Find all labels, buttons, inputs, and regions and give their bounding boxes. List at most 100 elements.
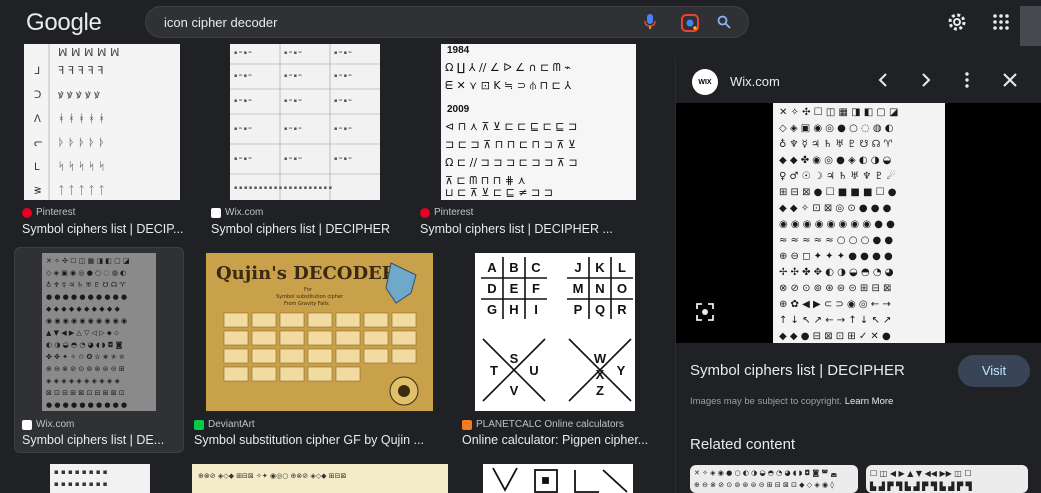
learn-more-link[interactable]: Learn More [845, 396, 894, 407]
result-thumbnail-7[interactable]: ▪ ▪ ▪ ▪ ▪ ▪ ▪ ▪ ▪ ▪ ▪ ▪ ▪ ▪ ▪ ▪ [50, 464, 150, 493]
visit-button[interactable]: Visit [958, 355, 1030, 387]
pigpen-symbols-image [492, 467, 628, 493]
svg-text:▪ ▪ ▪ ▪ ▪ ▪ ▪ ▪: ▪ ▪ ▪ ▪ ▪ ▪ ▪ ▪ [54, 480, 108, 488]
result-thumbnail-8[interactable]: ⊕⊗⊘ ◈◇◆ ⊞⊟⊠ ✧✦ ◉◎○ ⊕⊗⊘ ◈◇◆ ⊞⊟⊠ [192, 464, 448, 493]
svg-text:ᐱ: ᐱ [34, 114, 41, 125]
pigpen-letter: Y [617, 363, 626, 378]
pigpen-letter: O [617, 281, 627, 296]
result-1-title[interactable]: Symbol ciphers list | DECIP... [22, 222, 187, 236]
apps-grid-icon[interactable] [992, 13, 1010, 31]
symbol-grid-image: ✕ ✧ ✣ ☐ ◫ ▦ ◨ ◧ ▢ ◪ ◇ ◈ ▣ ◉ ◎ ● ○ ◌ ◍ ◐ … [46, 257, 130, 409]
svg-text:ᚼ ᚼ ᚼ ᚼ ᚼ: ᚼ ᚼ ᚼ ᚼ ᚼ [58, 112, 105, 125]
close-icon[interactable] [1001, 71, 1019, 89]
pigpen-letter: K [595, 260, 605, 275]
result-4-title[interactable]: Symbol ciphers list | DE... [22, 433, 174, 447]
svg-text:↑ ↓ ↖ ↗ ← → ↑ ↓ ↖ ↗: ↑ ↓ ↖ ↗ ← → ↑ ↓ ↖ ↗ [779, 315, 891, 326]
pinterest-icon [22, 207, 32, 218]
svg-text:▪ ═ ▪ ═: ▪ ═ ▪ ═ [234, 73, 253, 79]
year-1984: 1984 [447, 45, 470, 56]
svg-text:ᒪ: ᒪ [34, 162, 40, 173]
google-lens-icon[interactable] [680, 13, 700, 33]
result-source-label: Pinterest [434, 207, 474, 218]
result-thumbnail-6[interactable]: ABC DEF GH I JKL MNO PQR ST UV WXYZ [475, 253, 635, 411]
related-thumbnail-1[interactable]: ✕ ✧ ◈ ◉ ● ○ ◐ ◑ ◒ ◓ ◔ ◕ ◖ ◗ ◘ ◙ ◚ ◛ ⊕ ⊖ … [690, 465, 858, 493]
svg-text:▪ ═ ▪ ═: ▪ ═ ▪ ═ [334, 73, 353, 79]
result-thumbnail-1[interactable]: ᒧ ᑐ ᐱ ᓕ ᒪ ᕒ ꟽ ꟽ ꟽ ꟽ ꟽ ꟻ ꟻ ꟻ ꟻ ꟻ ꝟ ꝟ ꝟ ꝟ ꝟ ᚼ ᚼ… [24, 44, 180, 200]
result-2-source[interactable]: Wix.com [211, 207, 263, 218]
svg-text:ᛏ ᛏ ᛏ ᛏ ᛏ: ᛏ ᛏ ᛏ ᛏ ᛏ [58, 184, 105, 197]
result-1-source[interactable]: Pinterest [22, 207, 75, 218]
deviantart-icon [194, 419, 204, 430]
more-options-icon[interactable] [958, 71, 976, 89]
chevron-left-icon[interactable] [875, 71, 893, 89]
result-source-label: DeviantArt [208, 419, 255, 430]
svg-text:ᗴ ✕ ⋎ ⊡ K ≒ ⊃ ⫛ ⊓ ⊏ ⅄: ᗴ ✕ ⋎ ⊡ K ≒ ⊃ ⫛ ⊓ ⊏ ⅄ [445, 79, 571, 92]
svg-text:▪ ═ ▪ ═: ▪ ═ ▪ ═ [234, 156, 253, 162]
result-thumbnail-5[interactable]: Qujin's DECODER For Symbol substitution … [206, 253, 433, 411]
decoder-subtitle: For [304, 287, 313, 293]
svg-text:▪ ═ ▪ ═: ▪ ═ ▪ ═ [334, 156, 353, 162]
scrollbar-thumb[interactable] [1020, 6, 1041, 46]
symbol-list-image: ✕ ✧ ✣ ☐ ◫ ▦ ◨ ◧ ▢ ◪ ◇ ◈ ▣ ◉ ◎ ● ○ ◌ ◍ ◐ … [779, 107, 898, 342]
svg-text:♁ ♆ ☿ ♃ ♄ ♅ ♇ ☋ ☊ ♈: ♁ ♆ ☿ ♃ ♄ ♅ ♇ ☋ ☊ ♈ [779, 138, 893, 150]
result-6-source[interactable]: PLANETCALC Online calculators [462, 419, 624, 430]
result-3-title[interactable]: Symbol ciphers list | DECIPHER ... [420, 222, 625, 236]
result-thumbnail-3[interactable]: 1984 Ω ∐ ⅄ ∕∕ ∠ ᐅ ∠ ∩ ⊏ ᗰ ⌁ ᗴ ✕ ⋎ ⊡ K ≒ … [441, 44, 636, 200]
svg-text:✢ ✣ ✤ ✥ ◐ ◑ ◒ ◓ ◔ ◕: ✢ ✣ ✤ ✥ ◐ ◑ ◒ ◓ ◔ ◕ [779, 267, 894, 278]
pigpen-letter: D [487, 281, 496, 296]
svg-text:⊐ ⊏ ⊐ ⊼ ⊓ ⊓ ⊏ ⊓ ⊐ ⊼ ⊻: ⊐ ⊏ ⊐ ⊼ ⊓ ⊓ ⊏ ⊓ ⊐ ⊼ ⊻ [445, 138, 576, 151]
pigpen-letter: G [487, 302, 497, 317]
svg-text:▪ ═ ▪ ═: ▪ ═ ▪ ═ [234, 126, 253, 132]
decoder-subtitle: From Gravity Falls [284, 301, 329, 307]
year-2009: 2009 [447, 104, 470, 115]
lens-search-icon[interactable] [696, 303, 714, 321]
microphone-icon[interactable] [643, 14, 657, 30]
gear-icon[interactable] [946, 11, 968, 33]
svg-text:✕ ✧ ✣ ☐ ◫ ▦ ◨ ◧ ▢ ◪: ✕ ✧ ✣ ☐ ◫ ▦ ◨ ◧ ▢ ◪ [46, 257, 130, 265]
svg-text:☐ ◫ ◀ ▶ ▲ ▼ ◀◀ ▶▶ ◫ ☐: ☐ ◫ ◀ ▶ ▲ ▼ ◀◀ ▶▶ ◫ ☐ [870, 469, 972, 478]
panel-title[interactable]: Symbol ciphers list | DECIPHER [690, 362, 905, 379]
pigpen-letter: F [532, 281, 540, 296]
result-thumbnail-2[interactable]: ▪ ═ ▪ ═ ▪ ═ ▪ ═ ▪ ═ ▪ ═ ▪ ═ ▪ ═ ▪ ═ ▪ ═ ▪ ═ … [230, 44, 380, 200]
search-box[interactable]: icon cipher decoder [145, 6, 749, 38]
svg-text:▪ ═ ▪ ═: ▪ ═ ▪ ═ [284, 126, 303, 132]
pigpen-letter: P [574, 302, 583, 317]
result-thumbnail-4[interactable]: ✕ ✧ ✣ ☐ ◫ ▦ ◨ ◧ ▢ ◪ ◇ ◈ ▣ ◉ ◎ ● ○ ◌ ◍ ◐ … [42, 253, 156, 411]
svg-text:ᕒ: ᕒ [34, 185, 41, 197]
search-icon[interactable] [717, 15, 731, 29]
related-thumbnail-2[interactable]: ☐ ◫ ◀ ▶ ▲ ▼ ◀◀ ▶▶ ◫ ☐ ▙ ▟ ▛ ▜ ▙ ▟ ▛ ▜ ▙ … [866, 465, 1028, 493]
cipher-table-image: ᒧ ᑐ ᐱ ᓕ ᒪ ᕒ ꟽ ꟽ ꟽ ꟽ ꟽ ꟻ ꟻ ꟻ ꟻ ꟻ ꝟ ꝟ ꝟ ꝟ ꝟ ᚼ ᚼ… [34, 44, 119, 200]
preview-image[interactable]: ✕ ✧ ✣ ☐ ◫ ▦ ◨ ◧ ▢ ◪ ◇ ◈ ▣ ◉ ◎ ● ○ ◌ ◍ ◐ … [773, 103, 945, 343]
svg-text:♁ ♆ ☿ ♃ ♄ ♅ ♇ ☋ ☊ ♈: ♁ ♆ ☿ ♃ ♄ ♅ ♇ ☋ ☊ ♈ [46, 281, 126, 289]
pigpen-cipher-image: A B C D E F G H I J K L M N O P Q R ST UV WX YZ [481, 257, 633, 402]
google-logo[interactable]: Google [26, 9, 102, 37]
svg-text:✤ ✥ ✦ ✧ ✩ ✪ ✫ ✬ ✭ ✮: ✤ ✥ ✦ ✧ ✩ ✪ ✫ ✬ ✭ ✮ [46, 353, 125, 361]
wix-logo[interactable]: WIX [692, 69, 718, 95]
result-3-source[interactable]: Pinterest [420, 207, 473, 218]
svg-text:◇ ◈ ▣ ◉ ◎ ● ○ ◌ ◍ ◐: ◇ ◈ ▣ ◉ ◎ ● ○ ◌ ◍ ◐ [46, 269, 126, 277]
pigpen-letter: I [534, 302, 538, 317]
result-6-title[interactable]: Online calculator: Pigpen cipher... [462, 433, 652, 447]
svg-text:⊕⊗⊘ ◈◇◆ ⊞⊟⊠ ✧✦ ◉◎○ ⊕⊗⊘ ◈◇◆ ⊞⊟⊠: ⊕⊗⊘ ◈◇◆ ⊞⊟⊠ ✧✦ ◉◎○ ⊕⊗⊘ ◈◇◆ ⊞⊟⊠ [198, 472, 346, 480]
result-2-title[interactable]: Symbol ciphers list | DECIPHER [211, 222, 411, 236]
result-5-title[interactable]: Symbol substitution cipher GF by Qujin .… [194, 433, 439, 447]
pigpen-letter: J [574, 260, 581, 275]
svg-text:◆ ◆ ✧ ⊡ ⊠ ◎ ⊙ ● ● ●: ◆ ◆ ✧ ⊡ ⊠ ◎ ⊙ ● ● ● [779, 203, 892, 214]
svg-text:▪ ═ ▪ ═: ▪ ═ ▪ ═ [234, 50, 253, 56]
result-5-source[interactable]: DeviantArt [194, 419, 255, 430]
wix-icon [22, 419, 32, 430]
chevron-right-icon[interactable] [916, 71, 934, 89]
cipher-table-image: ▪ ▪ ▪ ▪ ▪ ▪ ▪ ▪ ▪ ▪ ▪ ▪ ▪ ▪ ▪ ▪ [54, 468, 108, 488]
result-thumbnail-9[interactable] [483, 464, 633, 493]
preview-image-area[interactable]: ✕ ✧ ✣ ☐ ◫ ▦ ◨ ◧ ▢ ◪ ◇ ◈ ▣ ◉ ◎ ● ○ ◌ ◍ ◐ … [676, 103, 1041, 343]
result-source-label: Wix.com [36, 419, 75, 430]
panel-site-name[interactable]: Wix.com [730, 74, 780, 89]
pigpen-letter: E [510, 281, 519, 296]
svg-text:⊕ ⊖ ◻ ✦ ✦ ✦ ● ● ● ●: ⊕ ⊖ ◻ ✦ ✦ ✦ ● ● ● ● [779, 251, 893, 262]
pigpen-letter: W [594, 351, 607, 366]
result-4-source[interactable]: Wix.com [22, 419, 74, 430]
related-content-heading: Related content [690, 436, 796, 453]
search-input[interactable]: icon cipher decoder [164, 15, 277, 30]
svg-text:◉ ◉ ◉ ◉ ◉ ◉ ◉ ◉ ◉ ◉: ◉ ◉ ◉ ◉ ◉ ◉ ◉ ◉ ◉ ◉ [46, 317, 127, 325]
svg-text:▪ ═ ▪ ═: ▪ ═ ▪ ═ [334, 50, 353, 56]
